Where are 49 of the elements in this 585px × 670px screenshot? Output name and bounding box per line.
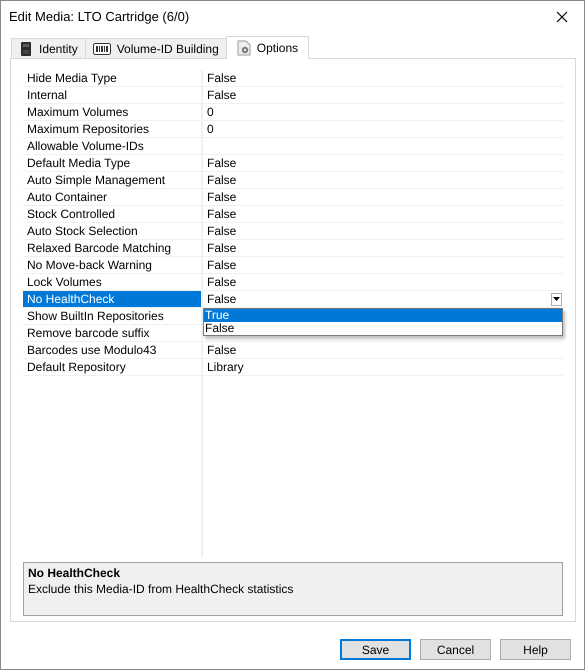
description-text: Exclude this Media-ID from HealthCheck statistics <box>28 582 294 596</box>
property-name[interactable]: Remove barcode suffix <box>23 325 203 342</box>
gear-document-icon <box>236 40 251 56</box>
property-value[interactable]: 0 <box>207 121 214 137</box>
property-value[interactable]: 0 <box>207 104 214 120</box>
property-name[interactable]: Auto Simple Management <box>23 172 203 189</box>
property-value[interactable]: False <box>207 189 236 205</box>
property-name[interactable]: Internal <box>23 87 203 104</box>
property-value[interactable]: False <box>207 155 236 171</box>
property-value[interactable]: False <box>207 206 236 222</box>
property-name[interactable]: Relaxed Barcode Matching <box>23 240 203 257</box>
property-value[interactable]: Library <box>207 359 244 375</box>
property-value[interactable]: False <box>207 172 236 188</box>
dialog-button[interactable]: Cancel <box>420 639 491 660</box>
property-name[interactable]: Default Repository <box>23 359 203 376</box>
dropdown-option[interactable]: False <box>204 322 562 335</box>
property-name[interactable]: Default Media Type <box>23 155 203 172</box>
property-name[interactable]: Maximum Repositories <box>23 121 203 138</box>
caret-icon <box>553 297 560 301</box>
property-name[interactable]: Show BuiltIn Repositories <box>23 308 203 325</box>
property-value[interactable]: False <box>207 87 236 103</box>
property-value[interactable]: False <box>207 70 236 86</box>
property-value[interactable]: False <box>207 257 236 273</box>
property-value[interactable]: False <box>207 223 236 239</box>
property-name[interactable]: Auto Stock Selection <box>23 223 203 240</box>
dialog-button[interactable]: Save <box>340 639 411 660</box>
property-name[interactable]: Auto Container <box>23 189 203 206</box>
property-value[interactable]: False <box>207 342 236 358</box>
property-value[interactable]: False <box>207 274 236 290</box>
description-title: No HealthCheck <box>28 566 122 580</box>
property-name[interactable]: Hide Media Type <box>23 70 203 87</box>
tab[interactable]: Volume-ID Building <box>84 38 227 58</box>
property-name[interactable]: Allowable Volume-IDs <box>23 138 203 155</box>
property-name[interactable]: Stock Controlled <box>23 206 203 223</box>
property-value[interactable]: False <box>207 240 236 256</box>
property-name[interactable]: Barcodes use Modulo43 <box>23 342 203 359</box>
dialog-button[interactable]: Help <box>500 639 571 660</box>
window-title: Edit Media: LTO Cartridge (6/0) <box>9 9 190 24</box>
cartridge-icon <box>19 40 33 56</box>
tab[interactable]: Identity <box>11 38 86 58</box>
property-value[interactable]: False <box>207 291 236 307</box>
tab[interactable]: Options <box>226 36 310 59</box>
dropdown-option[interactable]: True <box>204 309 562 322</box>
property-name[interactable]: No HealthCheck <box>23 291 203 308</box>
property-name[interactable]: No Move-back Warning <box>23 257 203 274</box>
dropdown-button[interactable] <box>551 292 562 306</box>
close-icon[interactable] <box>554 8 570 24</box>
barcode-icon <box>92 42 111 54</box>
property-name[interactable]: Maximum Volumes <box>23 104 203 121</box>
